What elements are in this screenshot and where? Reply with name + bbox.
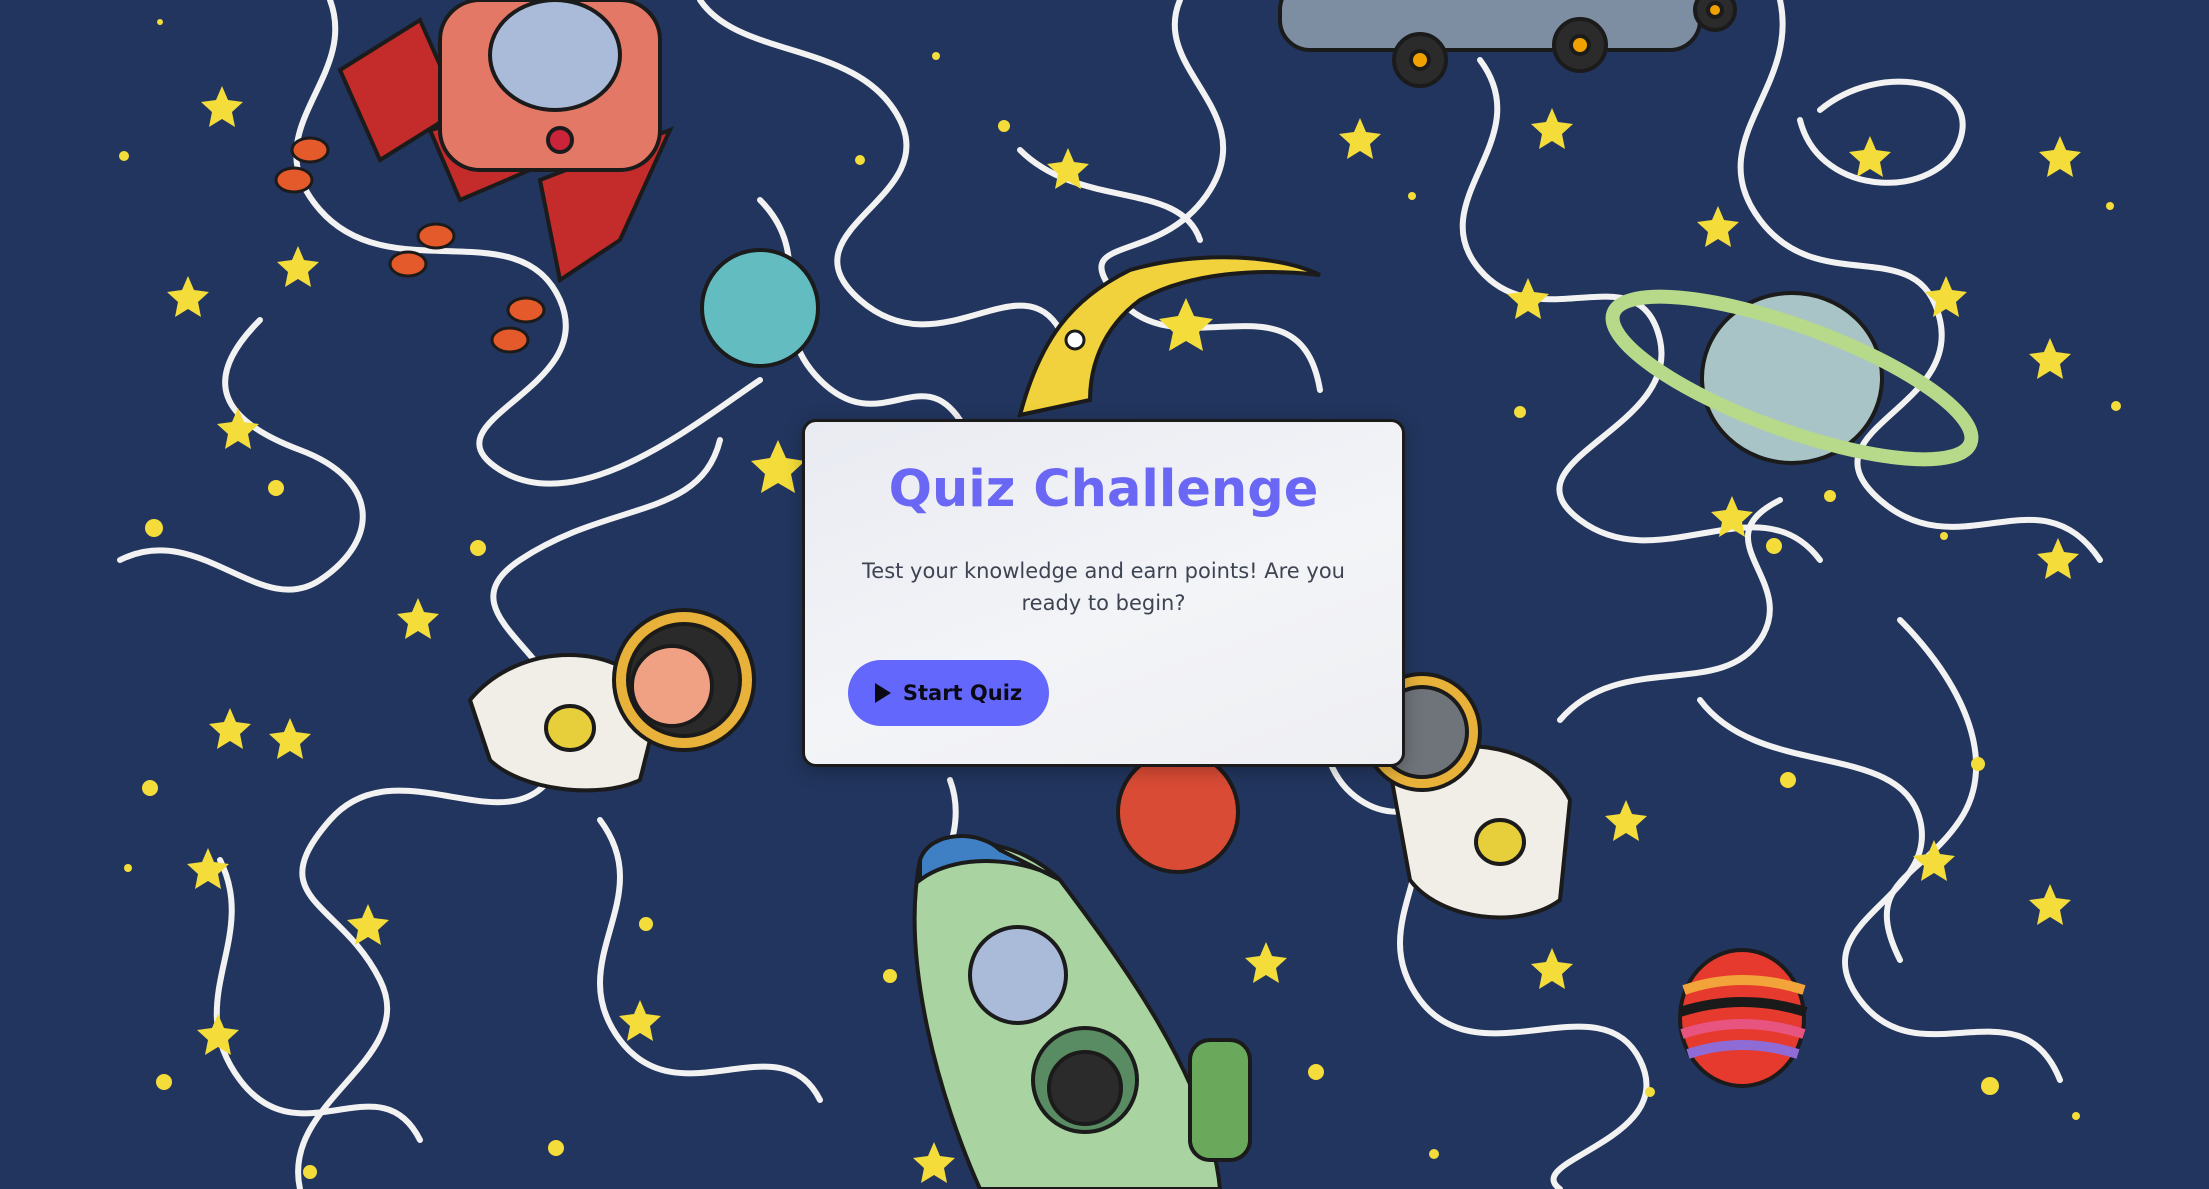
start-quiz-button[interactable]: Start Quiz	[848, 660, 1049, 726]
quiz-start-card: Quiz Challenge Test your knowledge and e…	[802, 419, 1405, 767]
start-quiz-label: Start Quiz	[902, 681, 1023, 705]
quiz-description: Test your knowledge and earn points! Are…	[862, 559, 1345, 615]
play-icon	[874, 683, 891, 703]
quiz-title: Quiz Challenge	[888, 460, 1319, 519]
